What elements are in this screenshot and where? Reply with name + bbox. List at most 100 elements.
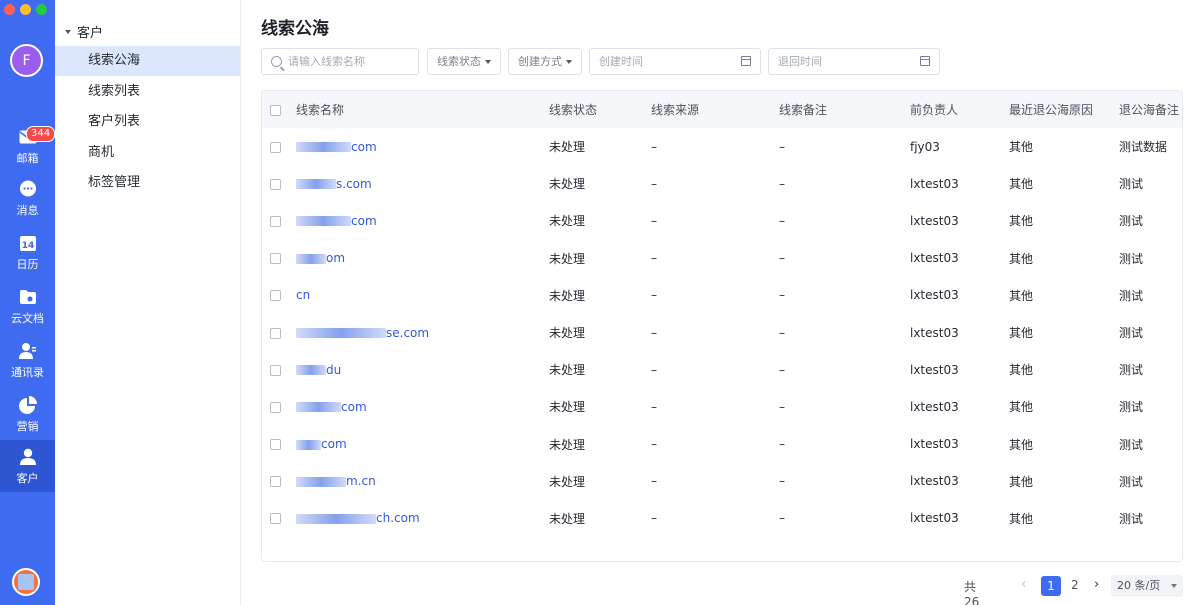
row-checkbox[interactable] xyxy=(270,215,281,227)
lead-name-link[interactable]: s.com xyxy=(296,165,549,202)
rail-item-mail[interactable]: 邮箱 344 xyxy=(0,120,56,172)
table-row[interactable]: com 未处理 – – lxtest03 其他 测试 xyxy=(262,426,1182,463)
row-checkbox[interactable] xyxy=(270,141,281,153)
svg-text:14: 14 xyxy=(21,241,34,251)
column-header-note[interactable]: 线索备注 xyxy=(779,91,910,128)
page-size-select[interactable]: 20 条/页 xyxy=(1111,575,1183,597)
cell-status: 未处理 xyxy=(549,437,586,452)
cell-remark: 测试 xyxy=(1119,474,1144,489)
prev-page-button[interactable]: ‹ xyxy=(1021,577,1026,592)
table-row[interactable]: ch.com 未处理 – – lxtest03 其他 测试 xyxy=(262,500,1182,537)
lead-name-link[interactable]: com xyxy=(296,426,549,463)
cell-status: 未处理 xyxy=(549,140,586,155)
sidebar-item-tags[interactable]: 标签管理 xyxy=(55,168,240,198)
row-checkbox[interactable] xyxy=(270,178,281,190)
lead-name-link[interactable]: com xyxy=(296,128,549,165)
table-row[interactable]: com 未处理 – – fjy03 其他 测试数据 xyxy=(262,128,1182,165)
row-checkbox[interactable] xyxy=(270,327,281,339)
table-row[interactable]: se.com 未处理 – – lxtest03 其他 测试 xyxy=(262,314,1182,351)
search-input[interactable]: 请输入线索名称 xyxy=(261,48,419,75)
cell-note: – xyxy=(779,213,785,228)
lead-name-text: cn xyxy=(296,288,311,303)
minimize-window-button[interactable] xyxy=(20,4,31,15)
rail-item-calendar[interactable]: 14 日历 xyxy=(0,226,55,278)
column-header-owner[interactable]: 前负责人 xyxy=(910,91,1009,128)
row-checkbox[interactable] xyxy=(270,476,281,488)
return-time-picker[interactable]: 退回时间 xyxy=(768,48,940,75)
cell-status: 未处理 xyxy=(549,251,586,266)
cell-note: – xyxy=(779,474,785,489)
cell-remark: 测试 xyxy=(1119,288,1144,303)
next-page-button[interactable]: › xyxy=(1094,577,1099,592)
cell-remark: 测试 xyxy=(1119,400,1144,415)
row-checkbox[interactable] xyxy=(270,364,281,376)
redacted-block xyxy=(296,439,321,450)
redacted-block xyxy=(296,216,351,227)
app-avatar[interactable] xyxy=(12,568,40,596)
sidebar-group-customer[interactable]: 客户 xyxy=(65,22,103,41)
lead-name-link[interactable]: ch.com xyxy=(296,500,549,537)
total-count: 共 26 条 xyxy=(964,580,980,605)
maximize-window-button[interactable] xyxy=(36,4,47,15)
rail-label: 云文档 xyxy=(11,311,44,325)
sidebar-group-label: 客户 xyxy=(77,26,104,41)
table-row[interactable]: cn 未处理 – – lxtest03 其他 测试 xyxy=(262,277,1182,314)
column-header-name[interactable]: 线索名称 xyxy=(296,91,549,128)
column-header-reason[interactable]: 最近退公海原因 xyxy=(1009,91,1119,128)
lead-name-link[interactable]: om xyxy=(296,240,549,277)
cell-source: – xyxy=(651,139,657,154)
cell-remark: 测试 xyxy=(1119,326,1144,341)
cell-note: – xyxy=(779,139,785,154)
cell-reason: 其他 xyxy=(1009,326,1034,341)
row-checkbox[interactable] xyxy=(270,253,281,265)
select-all-checkbox[interactable] xyxy=(270,104,281,116)
redacted-block xyxy=(296,142,351,153)
page-1-button[interactable]: 1 xyxy=(1041,576,1061,596)
table-row[interactable]: m.cn 未处理 – – lxtest03 其他 测试 xyxy=(262,463,1182,500)
table-row[interactable]: s.com 未处理 – – lxtest03 其他 测试 xyxy=(262,165,1182,202)
lead-name-link[interactable]: com xyxy=(296,202,549,239)
column-header-source[interactable]: 线索来源 xyxy=(651,91,779,128)
rail-item-docs[interactable]: 云文档 xyxy=(0,280,55,332)
rail-item-messages[interactable]: 消息 xyxy=(0,172,55,224)
sidebar-item-leads-pool[interactable]: 线索公海 xyxy=(55,46,240,76)
cell-status: 未处理 xyxy=(549,326,586,341)
rail-item-contacts[interactable]: 通讯录 xyxy=(0,334,55,386)
rail-item-customers[interactable]: 客户 xyxy=(0,440,55,492)
table-row[interactable]: om 未处理 – – lxtest03 其他 测试 xyxy=(262,240,1182,277)
row-checkbox[interactable] xyxy=(270,439,281,451)
row-checkbox[interactable] xyxy=(270,401,281,413)
sidebar-item-customer-list[interactable]: 客户列表 xyxy=(55,107,240,137)
lead-name-link[interactable]: du xyxy=(296,351,549,388)
rail-item-marketing[interactable]: 营销 xyxy=(0,388,55,440)
cell-status: 未处理 xyxy=(549,214,586,229)
created-time-picker[interactable]: 创建时间 xyxy=(589,48,761,75)
cell-remark: 测试 xyxy=(1119,177,1144,192)
lead-name-link[interactable]: se.com xyxy=(296,314,549,351)
user-avatar[interactable]: F xyxy=(10,44,43,77)
method-select[interactable]: 创建方式 xyxy=(508,48,582,75)
column-header-remark[interactable]: 退公海备注 xyxy=(1119,91,1182,128)
unread-badge: 344 xyxy=(26,126,56,142)
lead-name-text: s.com xyxy=(336,176,372,191)
table-row[interactable]: com 未处理 – – lxtest03 其他 测试 xyxy=(262,202,1182,239)
table-row[interactable]: com 未处理 – – lxtest03 其他 测试 xyxy=(262,388,1182,425)
page-2-button[interactable]: 2 xyxy=(1071,578,1079,592)
status-select[interactable]: 线索状态 xyxy=(427,48,501,75)
lead-name-link[interactable]: cn xyxy=(296,277,549,314)
row-checkbox[interactable] xyxy=(270,513,281,525)
lead-name-link[interactable]: com xyxy=(296,388,549,425)
sidebar-item-leads-list[interactable]: 线索列表 xyxy=(55,77,240,107)
row-checkbox[interactable] xyxy=(270,290,281,302)
lead-name-text: du xyxy=(326,362,342,377)
lead-name-link[interactable]: m.cn xyxy=(296,463,549,500)
cell-reason: 其他 xyxy=(1009,511,1034,526)
redacted-block xyxy=(296,476,346,487)
column-header-status[interactable]: 线索状态 xyxy=(549,91,651,128)
window-controls xyxy=(4,4,47,15)
cell-owner: lxtest03 xyxy=(910,176,959,191)
table-row[interactable]: du 未处理 – – lxtest03 其他 测试 xyxy=(262,351,1182,388)
close-window-button[interactable] xyxy=(4,4,15,15)
sidebar-item-opportunity[interactable]: 商机 xyxy=(55,138,240,168)
cell-note: – xyxy=(779,176,785,191)
